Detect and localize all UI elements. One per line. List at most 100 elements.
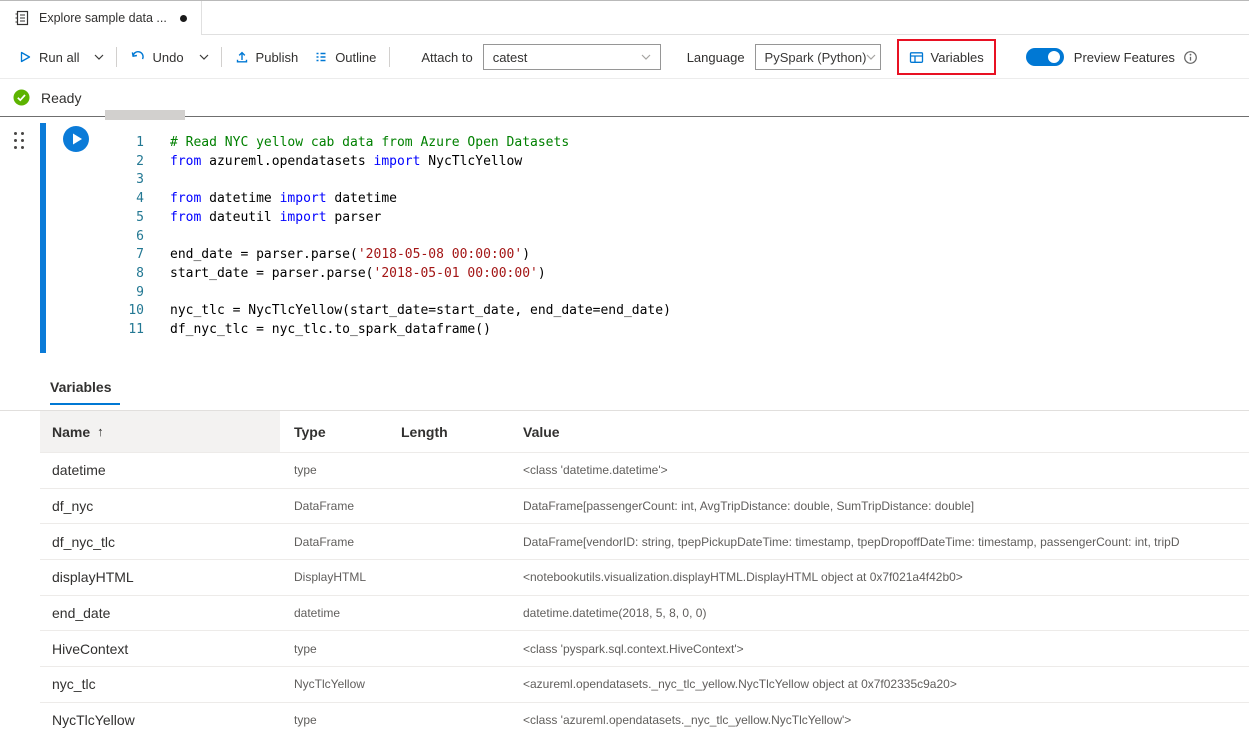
- code-token-keyword: from: [170, 191, 201, 206]
- code-token-comment: # Read NYC yellow cab data from Azure Op…: [170, 135, 569, 150]
- code-line[interactable]: start_date = parser.parse('2018-05-01 00…: [170, 265, 1239, 284]
- variables-table: Name ↑ Type Length Value datetimetype<cl…: [40, 411, 1249, 738]
- table-row[interactable]: end_datedatetimedatetime.datetime(2018, …: [40, 596, 1249, 632]
- undo-icon: [130, 50, 145, 64]
- attach-to-dropdown[interactable]: catest: [483, 44, 661, 70]
- chevron-down-icon: [641, 54, 651, 60]
- variables-button[interactable]: Variables: [901, 42, 992, 72]
- code-line[interactable]: nyc_tlc = NycTlcYellow(start_date=start_…: [170, 302, 1239, 321]
- cell-name: displayHTML: [40, 569, 280, 585]
- code-token-string: '2018-05-08 00:00:00': [358, 247, 522, 262]
- tab-bar: Explore sample data ...: [0, 1, 1249, 35]
- notebook-icon: [14, 10, 30, 26]
- cell-name: nyc_tlc: [40, 676, 280, 692]
- cell-value: DataFrame[vendorID: string, tpepPickupDa…: [523, 535, 1249, 549]
- attach-to-label: Attach to: [421, 50, 472, 65]
- language-dropdown[interactable]: PySpark (Python): [755, 44, 881, 70]
- language-label: Language: [687, 50, 745, 65]
- cell-type: type: [280, 463, 401, 477]
- undo-label: Undo: [152, 50, 183, 65]
- line-number: 1: [100, 134, 144, 153]
- table-row[interactable]: displayHTMLDisplayHTML <notebookutils.vis…: [40, 560, 1249, 596]
- code-token-keyword: from: [170, 154, 201, 169]
- line-number-gutter: 1234567891011: [100, 134, 144, 340]
- notebook-tab[interactable]: Explore sample data ...: [0, 1, 202, 35]
- play-icon: [63, 126, 89, 152]
- variables-table-header: Name ↑ Type Length Value: [40, 411, 1249, 453]
- column-header-value[interactable]: Value: [523, 424, 1249, 440]
- code-line[interactable]: df_nyc_tlc = nyc_tlc.to_spark_dataframe(…: [170, 321, 1239, 340]
- variables-highlight-box: Variables: [897, 39, 996, 75]
- code-cell: 1234567891011 # Read NYC yellow cab data…: [0, 117, 1249, 365]
- publish-button[interactable]: Publish: [227, 42, 307, 72]
- variables-button-label: Variables: [931, 50, 984, 65]
- table-row[interactable]: df_nycDataFrame DataFrame[passengerCount:…: [40, 489, 1249, 525]
- line-number: 3: [100, 171, 144, 190]
- code-token-keyword: import: [280, 191, 327, 206]
- undo-button[interactable]: Undo: [122, 42, 191, 72]
- variables-panel-tab[interactable]: Variables: [50, 365, 120, 405]
- line-number: 5: [100, 209, 144, 228]
- code-line[interactable]: [170, 284, 1239, 303]
- line-number: 4: [100, 190, 144, 209]
- column-header-type[interactable]: Type: [280, 424, 401, 440]
- code-token-plain: start_date = parser.parse(: [170, 266, 374, 281]
- cell-type: DisplayHTML: [280, 570, 401, 584]
- publish-label: Publish: [256, 50, 299, 65]
- code-line[interactable]: [170, 171, 1239, 190]
- code-line[interactable]: # Read NYC yellow cab data from Azure Op…: [170, 134, 1239, 153]
- outline-button[interactable]: Outline: [306, 42, 384, 72]
- code-line[interactable]: [170, 227, 1239, 246]
- variables-panel-header: Variables: [0, 365, 1249, 411]
- run-all-label: Run all: [39, 50, 79, 65]
- code-token-plain: ): [538, 266, 546, 281]
- cell-type: type: [280, 713, 401, 727]
- toggle-knob: [1048, 51, 1060, 63]
- notebook-status-bar: Ready: [0, 79, 1249, 117]
- code-token-plain: df_nyc_tlc = nyc_tlc.to_spark_dataframe(…: [170, 322, 491, 337]
- run-all-button[interactable]: Run all: [10, 42, 87, 72]
- cell-type: DataFrame: [280, 535, 401, 549]
- preview-features-toggle[interactable]: [1026, 48, 1064, 66]
- cell-value: <azureml.opendatasets._nyc_tlc_yellow.Ny…: [523, 677, 1249, 691]
- code-token-plain: parser: [327, 210, 382, 225]
- chevron-down-icon: [199, 54, 209, 60]
- line-number: 8: [100, 265, 144, 284]
- variables-panel: Variables Name ↑ Type Length Value datet…: [0, 365, 1249, 738]
- cell-name: df_nyc: [40, 498, 280, 514]
- preview-features-label: Preview Features: [1074, 50, 1175, 65]
- table-row[interactable]: HiveContexttype<class 'pyspark.sql.conte…: [40, 631, 1249, 667]
- info-icon[interactable]: [1183, 50, 1198, 65]
- code-line[interactable]: end_date = parser.parse('2018-05-08 00:0…: [170, 246, 1239, 265]
- cell-value: <class 'azureml.opendatasets._nyc_tlc_ye…: [523, 713, 1249, 727]
- cell-value: DataFrame[passengerCount: int, AvgTripDi…: [523, 499, 1249, 513]
- cell-type: DataFrame: [280, 499, 401, 513]
- code-editor[interactable]: # Read NYC yellow cab data from Azure Op…: [170, 134, 1239, 340]
- cell-type: type: [280, 642, 401, 656]
- table-row[interactable]: df_nyc_tlcDataFrameDataFrame[vendorID: s…: [40, 524, 1249, 560]
- toolbar-divider: [221, 47, 222, 67]
- code-token-plain: ): [522, 247, 530, 262]
- sort-ascending-icon: ↑: [97, 424, 104, 439]
- code-line[interactable]: from dateutil import parser: [170, 209, 1239, 228]
- tab-title: Explore sample data ...: [39, 11, 167, 25]
- column-header-length[interactable]: Length: [401, 424, 523, 440]
- undo-dropdown-chevron[interactable]: [192, 42, 216, 72]
- cell-type: NycTlcYellow: [280, 677, 401, 691]
- play-icon: [18, 50, 32, 64]
- table-row[interactable]: datetimetype<class 'datetime.datetime'>: [40, 453, 1249, 489]
- table-row[interactable]: nyc_tlcNycTlcYellow <azureml.opendatasets…: [40, 667, 1249, 703]
- run-cell-button[interactable]: [63, 126, 89, 152]
- code-line[interactable]: from datetime import datetime: [170, 190, 1239, 209]
- code-line[interactable]: from azureml.opendatasets import NycTlcY…: [170, 153, 1239, 172]
- cell-drag-handle-icon[interactable]: [14, 132, 24, 149]
- run-all-dropdown-chevron[interactable]: [87, 42, 111, 72]
- attach-to-value: catest: [493, 50, 528, 65]
- column-header-name[interactable]: Name ↑: [40, 411, 280, 452]
- notebook-window: Explore sample data ... Run all Undo: [0, 0, 1249, 738]
- table-row[interactable]: NycTlcYellowtype<class 'azureml.opendata…: [40, 703, 1249, 738]
- ready-check-icon: [13, 89, 30, 106]
- code-token-plain: datetime: [327, 191, 397, 206]
- cell-value: <notebookutils.visualization.displayHTML…: [523, 570, 1249, 584]
- notebook-toolbar: Run all Undo Publish: [0, 36, 1249, 79]
